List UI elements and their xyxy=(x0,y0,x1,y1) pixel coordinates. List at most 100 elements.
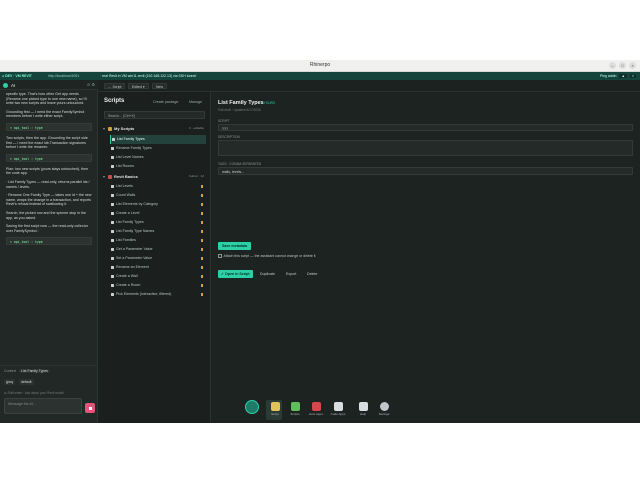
chat-message: Plan: two new scripts (yours stays untou… xyxy=(6,166,89,176)
dev-url[interactable]: http://localhost:5051 xyxy=(48,74,79,78)
context-chip[interactable]: List Family Types xyxy=(19,369,51,373)
script-item[interactable]: List Levels xyxy=(110,182,206,191)
export-button[interactable]: Export xyxy=(283,270,299,278)
script-item[interactable]: Set a Parameter Value xyxy=(110,254,206,263)
back-script-button[interactable]: ← Script xyxy=(104,83,126,89)
ownership-badge: ● YOURS xyxy=(261,101,276,105)
script-item[interactable]: List Rooms xyxy=(110,162,206,171)
script-item[interactable]: Create a Wall xyxy=(110,272,206,281)
delete-button[interactable]: Delete xyxy=(304,270,320,278)
script-item[interactable]: List Family Type Names xyxy=(110,227,206,236)
description-label: DESCRIPTION xyxy=(218,135,240,139)
script-item[interactable]: List Family Types xyxy=(110,135,206,144)
name-label: SCRIPT xyxy=(218,119,230,123)
save-metadata-button[interactable]: Save metadata xyxy=(218,242,252,250)
dock-code-apps[interactable]: Code Apps xyxy=(330,399,346,421)
script-item[interactable]: List Family Types xyxy=(110,218,206,227)
dock-settings[interactable]: Settings xyxy=(376,399,392,421)
script-item-label: Set a Parameter Value xyxy=(116,256,153,260)
script-item-label: List Elements by Category xyxy=(116,202,158,206)
lock-script-checkbox[interactable]: Attach this script — the assistant canno… xyxy=(218,254,316,258)
model-select[interactable]: groq xyxy=(4,379,16,385)
collapse-banner-button[interactable]: ▲ xyxy=(619,73,627,78)
profile-select[interactable]: default xyxy=(19,379,34,385)
bottom-dock: Script Scripts Host Apps Code Apps Help … xyxy=(240,399,398,421)
ai-logo-icon xyxy=(3,82,8,88)
stop-button[interactable] xyxy=(85,403,95,413)
scripts-title: Scripts xyxy=(104,98,125,104)
dock-label: Code Apps xyxy=(330,412,346,416)
ping-addin-button[interactable]: Ping addin xyxy=(600,74,617,78)
dock-scripts[interactable]: Scripts xyxy=(287,399,303,421)
dock-script[interactable]: Script xyxy=(267,399,283,421)
window-titlebar: Rhinerpo – □ × xyxy=(0,60,640,72)
close-button[interactable]: × xyxy=(629,62,636,69)
dev-badge: ● DEV · VM REVIT xyxy=(2,73,32,78)
tags-input[interactable]: walls, levels... xyxy=(218,167,633,175)
lock-script-label: Attach this script — the assistant canno… xyxy=(223,254,316,258)
ai-panel-controls[interactable]: ⊙ ⚙ xyxy=(87,82,95,87)
chevron-down-icon: ▾ xyxy=(103,126,106,131)
script-item[interactable]: Get a Parameter Value xyxy=(110,245,206,254)
chat-transcript[interactable]: specific type. That's how other Get app … xyxy=(0,90,98,365)
lock-icon xyxy=(201,266,203,269)
lock-icon xyxy=(201,284,203,287)
name-input[interactable]: ??? xyxy=(218,124,633,131)
chat-message: · List Family Types — read-only, returns… xyxy=(6,179,90,189)
script-item[interactable]: Create a Level xyxy=(110,209,206,218)
new-button[interactable]: New xyxy=(152,83,168,89)
lock-icon xyxy=(201,221,203,224)
lock-icon xyxy=(201,257,203,260)
dock-help[interactable]: Help xyxy=(355,399,371,421)
tool-call-block[interactable]: > api_tool › type xyxy=(6,237,92,246)
chat-message: Saving the first script now — the read-o… xyxy=(6,224,88,233)
description-input[interactable] xyxy=(218,140,633,156)
manage-button[interactable]: Manage xyxy=(189,100,202,104)
script-item[interactable]: Pick Elements (interactive, filtered) xyxy=(110,290,206,299)
group-my-scripts[interactable]: ▾ My Scripts 3 · editable xyxy=(103,126,206,131)
dock-host-apps[interactable]: Host Apps xyxy=(308,399,324,421)
app-window: Rhinerpo – □ × ● DEV · VM REVIT http://l… xyxy=(0,60,640,423)
tool-call-block[interactable]: > api_tool › type xyxy=(6,122,92,131)
book-icon xyxy=(358,402,368,411)
script-item[interactable]: List Families xyxy=(110,236,206,245)
lock-icon xyxy=(201,293,203,296)
ai-panel-header: AI ⊙ ⚙ xyxy=(0,80,98,90)
script-item-label: List Family Type Names xyxy=(116,229,155,233)
duplicate-button[interactable]: Duplicate xyxy=(257,270,278,278)
open-in-script-button[interactable]: ✓ Open in Script xyxy=(218,270,253,278)
lock-icon xyxy=(201,248,203,251)
script-item[interactable]: Rename an Element xyxy=(110,263,206,272)
group-name: Revit Basics xyxy=(114,174,138,179)
scripts-panel: Scripts Create package Manage Search... … xyxy=(98,92,211,423)
chat-input[interactable]: Message the AI... xyxy=(4,398,82,414)
desktop: Rhinerpo – □ × ● DEV · VM REVIT http://l… xyxy=(0,0,640,480)
script-item-label: List Family Types xyxy=(116,220,144,224)
create-package-button[interactable]: Create package xyxy=(153,100,178,104)
script-item[interactable]: List Elements by Category xyxy=(110,200,206,209)
script-item[interactable]: Create a Room xyxy=(110,281,206,290)
minimize-button[interactable]: – xyxy=(609,62,616,69)
script-item-label: Count Walls xyxy=(116,193,136,197)
script-title: List Family Types xyxy=(218,100,264,106)
tags-label: TAGS · COMMA SEPARATED xyxy=(218,162,262,166)
editor-toolbar: ← Script Edited ▾ New xyxy=(98,80,640,92)
group-tag: built-in · 12 xyxy=(189,174,204,178)
script-item[interactable]: List Level Names xyxy=(110,153,206,162)
dismiss-banner-button[interactable]: × xyxy=(629,73,636,78)
script-item[interactable]: Count Walls xyxy=(110,191,206,200)
keyboard-icon xyxy=(333,402,343,411)
chevron-down-icon: ▾ xyxy=(103,174,106,179)
lock-icon xyxy=(201,275,203,278)
maximize-button[interactable]: □ xyxy=(619,62,626,69)
edited-dropdown[interactable]: Edited ▾ xyxy=(128,83,149,89)
lock-icon xyxy=(201,185,203,188)
scripts-search-input[interactable]: Search... (Ctrl+K) xyxy=(104,111,205,119)
chat-message: Grounding first — I need the exact Famil… xyxy=(6,109,85,119)
lock-icon xyxy=(201,194,203,197)
group-revit-basics[interactable]: ▾ Revit Basics built-in · 12 xyxy=(103,174,206,179)
dock-label: Settings xyxy=(378,412,390,416)
tool-call-block[interactable]: > api_tool › type xyxy=(6,153,92,162)
script-item[interactable]: Rename Family Types xyxy=(110,144,206,153)
group-tag: 3 · editable xyxy=(189,126,204,130)
